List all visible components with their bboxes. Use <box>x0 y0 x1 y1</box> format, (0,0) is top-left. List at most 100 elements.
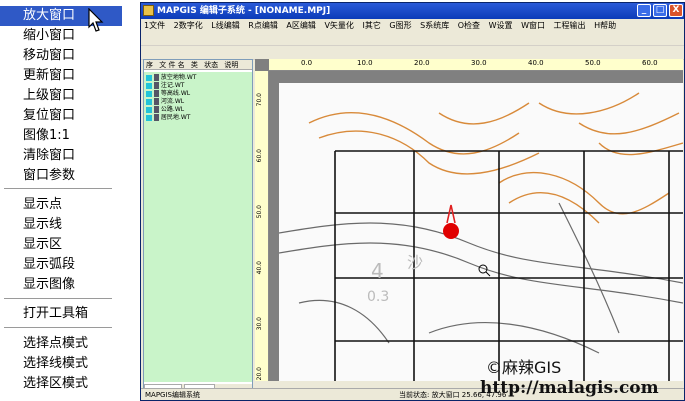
ruler-label: 40.0 <box>528 59 544 67</box>
menu-item-clear-window[interactable]: 清除窗口 <box>0 146 122 166</box>
ruler-label: 60.0 <box>642 59 658 67</box>
col-desc[interactable]: 说明 <box>222 60 240 70</box>
list-item[interactable]: 等高线.WL <box>146 90 252 98</box>
menu-item-show-areas[interactable]: 显示区 <box>0 235 122 255</box>
checkbox-icon[interactable] <box>146 114 152 121</box>
svg-text:0.3: 0.3 <box>367 289 389 305</box>
menu-area-edit[interactable]: A区编辑 <box>283 19 318 32</box>
mouse-cursor-icon <box>88 8 104 32</box>
watermark-url: http://malagis.com <box>480 378 659 398</box>
menu-item-show-arcs[interactable]: 显示弧段 <box>0 255 122 275</box>
menu-digitize[interactable]: 2数字化 <box>171 19 206 32</box>
close-button[interactable]: X <box>669 4 683 17</box>
ruler-vertical: 70.0 60.0 50.0 40.0 30.0 20.0 <box>255 71 269 381</box>
watermark-copyright: ©麻辣GIS <box>486 358 562 377</box>
ruler-label: 30.0 <box>256 317 263 331</box>
list-item[interactable]: 注记.WT <box>146 82 252 90</box>
scanned-map-image: 4 沙 0.3 <box>279 83 683 381</box>
menu-item-refresh-window[interactable]: 更新窗口 <box>0 66 122 86</box>
list-item[interactable]: 公路.WL <box>146 106 252 114</box>
col-type[interactable]: 类 <box>189 60 200 70</box>
screenshot: 放大窗口 缩小窗口 移动窗口 更新窗口 上级窗口 复位窗口 图像1:1 清除窗口… <box>0 0 685 401</box>
menu-bar: 1文件 2数字化 L线编辑 R点编辑 A区编辑 V矢量化 I其它 G图形 S系统… <box>141 19 684 32</box>
checkbox-icon[interactable] <box>146 74 152 81</box>
checkbox-icon[interactable] <box>146 98 152 105</box>
menu-point-edit[interactable]: R点编辑 <box>245 19 281 32</box>
file-name: 河流.WL <box>160 98 185 105</box>
context-menu: 放大窗口 缩小窗口 移动窗口 更新窗口 上级窗口 复位窗口 图像1:1 清除窗口… <box>0 0 122 401</box>
file-list-header: 序 文 件 名 类 状态 说明 <box>144 60 252 70</box>
ruler-label: 0.0 <box>301 59 313 67</box>
menu-separator <box>4 188 112 190</box>
checkbox-icon[interactable] <box>146 90 152 97</box>
list-item[interactable]: 居民地.WT <box>146 114 252 122</box>
menu-graphics[interactable]: G图形 <box>386 19 414 32</box>
checkbox-icon[interactable] <box>146 106 152 113</box>
menu-window[interactable]: W窗口 <box>518 19 548 32</box>
menu-check[interactable]: O检查 <box>455 19 483 32</box>
menu-item-window-params[interactable]: 窗口参数 <box>0 166 122 186</box>
toolbar-secondary <box>141 46 684 60</box>
ruler-label: 20.0 <box>256 367 263 381</box>
col-index[interactable]: 序 <box>144 60 155 70</box>
ruler-label: 50.0 <box>585 59 601 67</box>
file-list: 放空地物.WT 注记.WT 等高线.WL 河流.WL 公路.WL 居民地.WT <box>144 72 252 382</box>
ruler-label: 10.0 <box>357 59 373 67</box>
map-canvas[interactable]: 0.0 10.0 20.0 30.0 40.0 50.0 60.0 70.0 6… <box>255 59 683 381</box>
menu-vectorize[interactable]: V矢量化 <box>321 19 356 32</box>
menu-line-edit[interactable]: L线编辑 <box>208 19 242 32</box>
ruler-horizontal: 0.0 10.0 20.0 30.0 40.0 50.0 60.0 <box>269 59 683 71</box>
menu-system-library[interactable]: S系统库 <box>417 19 452 32</box>
file-name: 放空地物.WT <box>160 74 197 81</box>
svg-text:沙: 沙 <box>407 253 423 272</box>
file-icon <box>154 106 159 113</box>
maximize-button[interactable]: □ <box>653 4 667 17</box>
checkbox-icon[interactable] <box>146 82 152 89</box>
window-titlebar: MAPGIS 编辑子系统 - [NONAME.MPJ] _ □ X <box>141 3 684 19</box>
menu-item-move-window[interactable]: 移动窗口 <box>0 46 122 66</box>
menu-item-select-line-mode[interactable]: 选择线模式 <box>0 354 122 374</box>
col-filename[interactable]: 文 件 名 <box>157 60 186 70</box>
menu-separator <box>4 327 112 329</box>
menu-item-show-lines[interactable]: 显示线 <box>0 215 122 235</box>
menu-item-select-point-mode[interactable]: 选择点模式 <box>0 334 122 354</box>
menu-item-reset-window[interactable]: 复位窗口 <box>0 106 122 126</box>
menu-item-image-1-1[interactable]: 图像1:1 <box>0 126 122 146</box>
menu-item-select-area-mode[interactable]: 选择区模式 <box>0 374 122 394</box>
file-name: 公路.WL <box>160 106 185 113</box>
window-title: MAPGIS 编辑子系统 - [NONAME.MPJ] <box>157 6 331 16</box>
file-icon <box>154 90 159 97</box>
svg-text:4: 4 <box>371 259 384 283</box>
file-icon <box>154 98 159 105</box>
map-paper: 4 沙 0.3 <box>279 83 683 381</box>
menu-item-previous-window[interactable]: 上级窗口 <box>0 86 122 106</box>
ruler-label: 60.0 <box>256 149 263 163</box>
list-item[interactable]: 河流.WL <box>146 98 252 106</box>
menu-other[interactable]: I其它 <box>359 19 383 32</box>
mapgis-window: MAPGIS 编辑子系统 - [NONAME.MPJ] _ □ X 1文件 2数… <box>140 2 685 401</box>
col-state[interactable]: 状态 <box>202 60 220 70</box>
file-name: 等高线.WL <box>160 90 191 97</box>
file-icon <box>154 74 159 81</box>
app-icon <box>143 5 154 16</box>
ruler-label: 50.0 <box>256 205 263 219</box>
file-icon <box>154 82 159 89</box>
ruler-label: 30.0 <box>471 59 487 67</box>
menu-item-open-toolbox[interactable]: 打开工具箱 <box>0 304 122 324</box>
file-name: 注记.WT <box>160 82 185 89</box>
menu-item-show-points[interactable]: 显示点 <box>0 195 122 215</box>
project-panel: 序 文 件 名 类 状态 说明 放空地物.WT 注记.WT 等高线.WL 河流.… <box>143 59 253 400</box>
menu-settings[interactable]: W设置 <box>486 19 516 32</box>
file-name: 居民地.WT <box>160 114 191 121</box>
menu-item-show-image[interactable]: 显示图像 <box>0 275 122 295</box>
toolbar-main <box>141 32 684 46</box>
menu-help[interactable]: H帮助 <box>591 19 619 32</box>
menu-project-output[interactable]: 工程输出 <box>551 19 589 32</box>
ruler-label: 70.0 <box>256 93 263 107</box>
menu-file[interactable]: 1文件 <box>141 19 168 32</box>
file-icon <box>154 114 159 121</box>
status-app-name: MAPGIS编辑系统 <box>145 391 200 399</box>
menu-separator <box>4 298 112 300</box>
list-item[interactable]: 放空地物.WT <box>146 74 252 82</box>
minimize-button[interactable]: _ <box>637 4 651 17</box>
